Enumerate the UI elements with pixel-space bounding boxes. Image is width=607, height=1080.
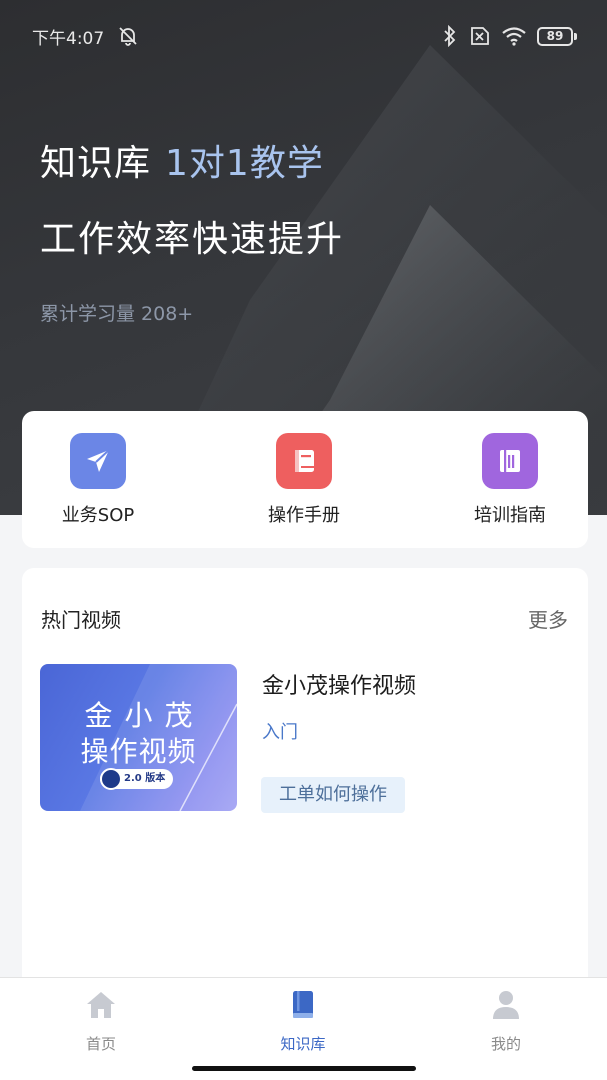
user-icon (493, 991, 519, 1019)
wifi-icon (502, 27, 526, 46)
version-badge: 2.0 版本 (100, 768, 174, 790)
home-indicator[interactable] (192, 1066, 416, 1071)
battery-indicator: 89 (537, 26, 577, 46)
status-icons: 89 (443, 24, 577, 48)
thumbnail-subtitle: 操作视频 (80, 735, 197, 768)
notebook-icon (482, 433, 538, 489)
quick-item-manual[interactable]: 操作手册 (234, 433, 374, 527)
more-link[interactable]: 更多 (528, 604, 568, 633)
hero-subtitle: 工作效率快速提升 (40, 219, 345, 260)
no-sim-icon (471, 27, 489, 45)
section-title: 热门视频 (41, 608, 121, 632)
quick-item-training-guide[interactable]: 培训指南 (440, 433, 580, 527)
tab-home[interactable]: 首页 (41, 988, 161, 1054)
video-title[interactable]: 金小茂操作视频 (262, 668, 416, 700)
tab-knowledge-base[interactable]: 知识库 (243, 988, 363, 1054)
learning-count: 累计学习量 208+ (40, 303, 194, 325)
status-time: 下午4:07 (32, 29, 105, 49)
bottom-tab-bar: 首页 知识库 我的 (0, 977, 607, 1080)
tab-label-home: 首页 (85, 1035, 116, 1053)
mute-notification-icon (119, 27, 137, 46)
video-tag[interactable]: 工单如何操作 (261, 777, 405, 813)
book-icon (276, 433, 332, 489)
version-badge-text: 2.0 版本 (124, 773, 166, 784)
quick-access-card: 业务SOP 操作手册 培训指南 (22, 411, 588, 548)
thumbnail-title: 金小茂 (84, 699, 205, 732)
quick-label-manual: 操作手册 (268, 505, 340, 526)
hot-videos-card: 热门视频 更多 金小茂 操作视频 2.0 版本 金小茂操作视频 入门 工单如何操… (22, 568, 588, 988)
quick-label-business-sop: 业务SOP (61, 505, 135, 526)
send-icon (70, 433, 126, 489)
tab-label-mine: 我的 (490, 1035, 521, 1053)
hero-title: 知识库 1对1教学 (40, 134, 324, 186)
book-icon (293, 991, 313, 1018)
status-bar: 下午4:07 89 (0, 0, 607, 72)
video-thumbnail[interactable]: 金小茂 操作视频 2.0 版本 (40, 664, 237, 811)
hero-title-accent: 1对1教学 (165, 143, 324, 184)
home-icon (87, 992, 115, 1018)
video-level: 入门 (262, 722, 298, 743)
hero-title-main: 知识库 (40, 143, 152, 184)
quick-label-training-guide: 培训指南 (474, 505, 546, 526)
bluetooth-icon (444, 25, 456, 47)
quick-item-business-sop[interactable]: 业务SOP (28, 433, 168, 527)
tab-mine[interactable]: 我的 (446, 988, 566, 1054)
logo-icon (100, 768, 122, 790)
tab-label-knowledge-base: 知识库 (280, 1035, 326, 1053)
